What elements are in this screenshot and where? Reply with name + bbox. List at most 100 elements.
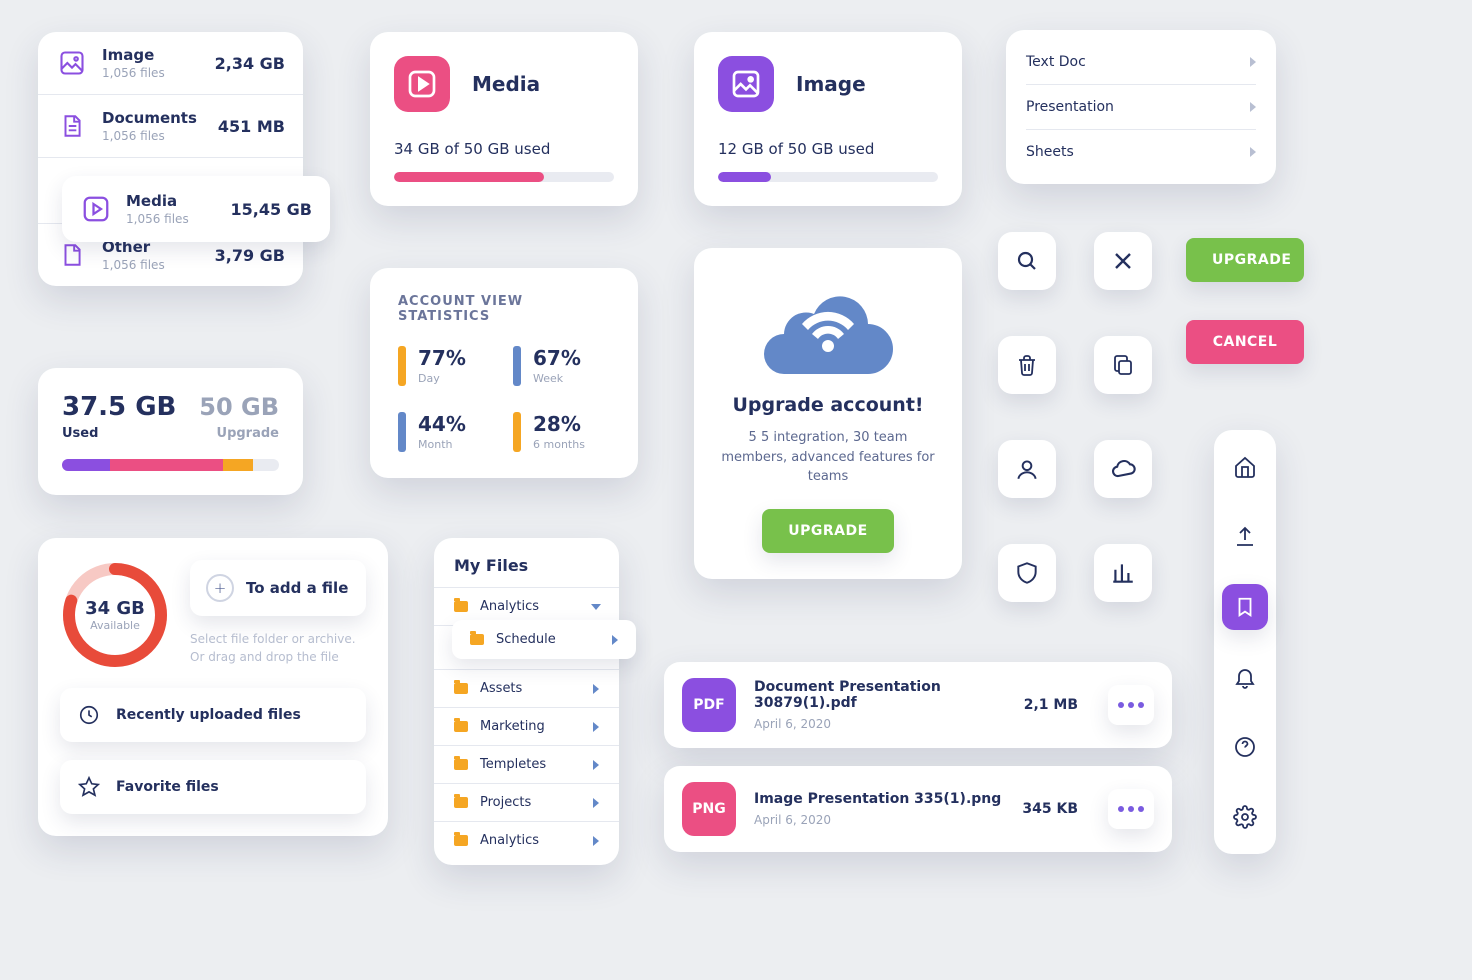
- sidebar-bookmark[interactable]: [1222, 584, 1268, 630]
- category-image[interactable]: Image 1,056 files 2,34 GB: [38, 32, 303, 95]
- category-sub: 1,056 files: [102, 129, 218, 143]
- used-label: Used: [62, 426, 98, 441]
- upgrade-button[interactable]: UPGRADE: [762, 509, 893, 553]
- file-size: 345 KB: [1022, 801, 1078, 817]
- category-sub: 1,056 files: [102, 66, 215, 80]
- chevron-right-icon: [1250, 147, 1256, 157]
- folder-analytics-2[interactable]: Analytics: [434, 821, 619, 859]
- category-size: 3,79 GB: [215, 246, 285, 265]
- folder-projects[interactable]: Projects: [434, 783, 619, 821]
- upgrade-title: Upgrade account!: [720, 394, 936, 416]
- search-button[interactable]: [998, 232, 1056, 290]
- my-files-title: My Files: [454, 556, 599, 575]
- plus-icon: +: [206, 574, 234, 602]
- media-usage-text: 34 GB of 50 GB used: [394, 140, 614, 158]
- file-name: Document Presentation 30879(1).pdf: [754, 679, 1006, 711]
- stat-month: 44%Month: [398, 412, 495, 452]
- upgrade-button-small[interactable]: UPGRADE: [1186, 238, 1304, 282]
- folder-templetes[interactable]: Templetes: [434, 745, 619, 783]
- link-label: Recently uploaded files: [116, 707, 301, 723]
- image-usage-card: Image 12 GB of 50 GB used: [694, 32, 962, 206]
- image-tile-icon: [718, 56, 774, 112]
- category-size: 2,34 GB: [215, 54, 285, 73]
- stat-week: 67%Week: [513, 346, 610, 386]
- sidebar-help[interactable]: [1222, 724, 1268, 770]
- star-icon: [78, 776, 100, 798]
- chevron-right-icon: [1250, 102, 1256, 112]
- file-badge: PNG: [682, 782, 736, 836]
- category-size: 15,45 GB: [230, 200, 312, 219]
- account-stats-card: ACCOUNT VIEW STATISTICS 77%Day 67%Week 4…: [370, 268, 638, 478]
- folder-assets[interactable]: Assets: [434, 669, 619, 707]
- add-file-button[interactable]: + To add a file: [190, 560, 366, 616]
- copy-button[interactable]: [1094, 336, 1152, 394]
- chevron-right-icon: [593, 760, 599, 770]
- image-title: Image: [796, 72, 866, 96]
- folder-marketing[interactable]: Marketing: [434, 707, 619, 745]
- document-icon: [56, 110, 88, 142]
- sidebar-home[interactable]: [1222, 444, 1268, 490]
- folder-icon: [454, 835, 468, 846]
- link-label: Favorite files: [116, 779, 219, 795]
- close-button[interactable]: [1094, 232, 1152, 290]
- folder-icon: [470, 634, 484, 645]
- cloud-button[interactable]: [1094, 440, 1152, 498]
- more-button[interactable]: [1108, 789, 1154, 829]
- folder-icon: [454, 797, 468, 808]
- shield-button[interactable]: [998, 544, 1056, 602]
- media-tile-icon: [394, 56, 450, 112]
- add-file-label: To add a file: [246, 579, 348, 597]
- upgrade-label[interactable]: Upgrade: [217, 426, 279, 441]
- sidebar-upload[interactable]: [1222, 514, 1268, 560]
- chevron-right-icon: [593, 684, 599, 694]
- cancel-button[interactable]: CANCEL: [1186, 320, 1304, 364]
- media-usage-card: Media 34 GB of 50 GB used: [370, 32, 638, 206]
- more-button[interactable]: [1108, 685, 1154, 725]
- sidebar: [1214, 430, 1276, 854]
- ctx-presentation[interactable]: Presentation: [1026, 85, 1256, 130]
- sidebar-notifications[interactable]: [1222, 654, 1268, 700]
- category-title: Documents: [102, 109, 218, 127]
- file-date: April 6, 2020: [754, 717, 1006, 731]
- media-title: Media: [472, 72, 540, 96]
- file-item-pdf[interactable]: PDF Document Presentation 30879(1).pdfAp…: [664, 662, 1172, 748]
- ctx-label: Presentation: [1026, 99, 1114, 115]
- sidebar-settings[interactable]: [1222, 794, 1268, 840]
- image-usage-text: 12 GB of 50 GB used: [718, 140, 938, 158]
- chevron-right-icon: [612, 635, 618, 645]
- favorite-files-link[interactable]: Favorite files: [60, 760, 366, 814]
- folder-icon: [454, 759, 468, 770]
- category-size: 451 MB: [218, 117, 285, 136]
- category-documents[interactable]: Documents 1,056 files 451 MB: [38, 95, 303, 158]
- ring-sub: Available: [90, 619, 140, 632]
- category-title: Media: [126, 192, 230, 210]
- ctx-sheets[interactable]: Sheets: [1026, 130, 1256, 174]
- image-progress: [718, 172, 938, 182]
- category-title: Image: [102, 46, 215, 64]
- trash-button[interactable]: [998, 336, 1056, 394]
- user-button[interactable]: [998, 440, 1056, 498]
- chart-button[interactable]: [1094, 544, 1152, 602]
- category-sub: 1,056 files: [126, 212, 230, 226]
- ring-value: 34 GB: [85, 598, 145, 619]
- storage-multibar: [62, 459, 279, 471]
- my-files-panel: My Files Analytics Assets Marketing Temp…: [434, 538, 619, 865]
- chevron-right-icon: [593, 836, 599, 846]
- folder-schedule[interactable]: Schedule: [452, 620, 636, 659]
- storage-categories: Image 1,056 files 2,34 GB Documents 1,056 …: [38, 32, 303, 286]
- ctx-text-doc[interactable]: Text Doc: [1026, 40, 1256, 85]
- stat-6months: 28%6 months: [513, 412, 610, 452]
- stat-day: 77%Day: [398, 346, 495, 386]
- image-icon: [56, 47, 88, 79]
- file-item-png[interactable]: PNG Image Presentation 335(1).pngApril 6…: [664, 766, 1172, 852]
- context-menu: Text Doc Presentation Sheets: [1006, 30, 1276, 184]
- category-media[interactable]: Media 1,056 files 15,45 GB: [62, 176, 330, 242]
- stats-title: ACCOUNT VIEW STATISTICS: [398, 294, 610, 324]
- recent-files-link[interactable]: Recently uploaded files: [60, 688, 366, 742]
- used-max: 50 GB: [199, 393, 279, 421]
- category-sub: 1,056 files: [102, 258, 215, 272]
- ctx-label: Text Doc: [1026, 54, 1086, 70]
- file-name: Image Presentation 335(1).png: [754, 791, 1004, 807]
- folder-icon: [454, 721, 468, 732]
- upgrade-account-card: Upgrade account! 5 5 integration, 30 tea…: [694, 248, 962, 579]
